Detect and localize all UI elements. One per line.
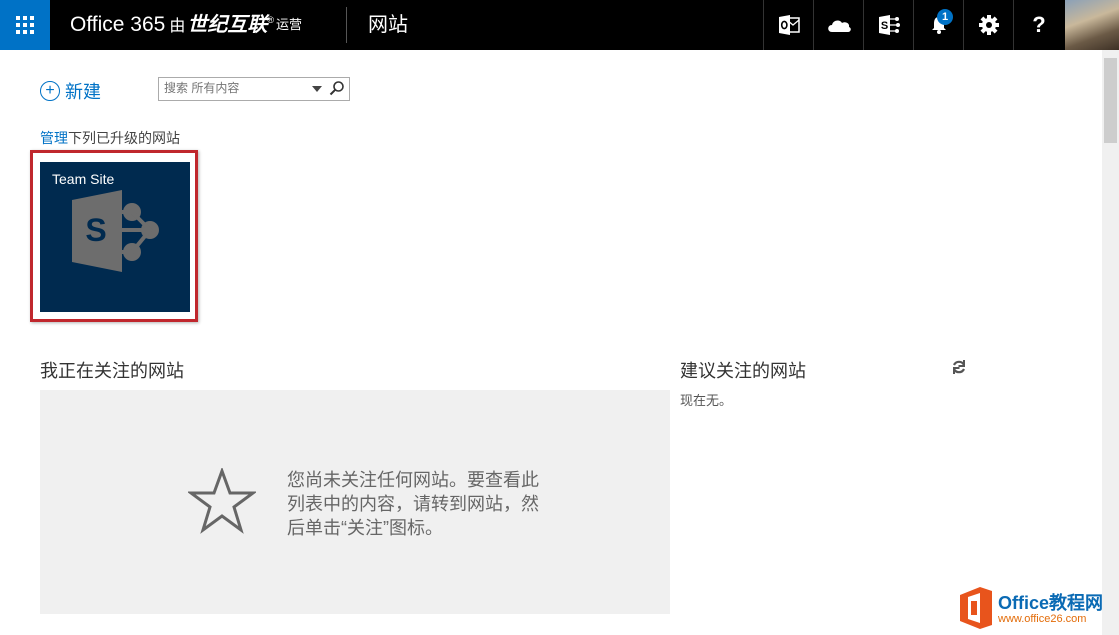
svg-text:S: S (881, 20, 888, 32)
search-input[interactable] (159, 78, 294, 98)
brand-product: Office 365 (70, 13, 166, 36)
star-icon (188, 468, 256, 534)
gear-icon (979, 15, 999, 35)
following-heading: 我正在关注的网站 (40, 361, 184, 381)
team-site-tile[interactable]: Team Site S (40, 162, 190, 312)
suite-bar-divider (346, 7, 347, 43)
suggested-none-text: 现在无。 (680, 393, 733, 408)
brand-reg-mark: ® (267, 15, 274, 25)
sharepoint-button[interactable]: S (863, 0, 914, 50)
onedrive-button[interactable] (813, 0, 864, 50)
suggested-heading: 建议关注的网站 (680, 361, 806, 381)
search-box (158, 77, 350, 101)
following-empty-panel: 您尚未关注任何网站。要查看此列表中的内容，请转到网站，然后单击“关注”图标。 (40, 390, 670, 614)
sharepoint-icon: S (879, 15, 900, 35)
refresh-icon[interactable] (951, 359, 967, 375)
plus-circle-icon: + (40, 81, 60, 101)
search-scope-dropdown-icon[interactable] (312, 86, 322, 92)
app-launcher-button[interactable] (0, 0, 50, 50)
brand-logo[interactable]: Office 365 由世纪互联® 运营 (70, 0, 302, 50)
watermark-url: www.office26.com (998, 613, 1087, 625)
outlook-button[interactable] (763, 0, 814, 50)
following-empty-message: 您尚未关注任何网站。要查看此列表中的内容，请转到网站，然后单击“关注”图标。 (287, 470, 539, 538)
help-button[interactable]: ? (1013, 0, 1064, 50)
brand-operator: 世纪互联 (187, 14, 268, 36)
watermark-title: Office教程网 (998, 593, 1104, 613)
outlook-icon (779, 15, 800, 35)
tile-logo-letter: S (85, 212, 106, 248)
notification-badge: 1 (937, 9, 953, 25)
manage-upgraded-sites: 管理下列已升级的网站 (40, 128, 180, 148)
avatar[interactable] (1065, 0, 1119, 50)
scrollbar-thumb[interactable] (1104, 58, 1117, 143)
onedrive-icon (828, 20, 851, 32)
manage-link[interactable]: 管理 (40, 130, 68, 146)
new-site-label: 新建 (65, 82, 101, 102)
search-icon[interactable] (329, 80, 345, 96)
waffle-icon (16, 16, 34, 34)
brand-operated: 运营 (276, 17, 303, 32)
watermark: Office教程网 www.office26.com (952, 585, 1117, 633)
notifications-button[interactable]: 1 (913, 0, 964, 50)
app-title[interactable]: 网站 (368, 0, 408, 50)
help-icon: ? (1032, 12, 1046, 37)
new-site-button[interactable]: + 新建 (40, 78, 101, 104)
sharepoint-logo-icon: S (72, 190, 159, 272)
suite-bar: Office 365 由世纪互联® 运营 网站 S 1 ? (0, 0, 1119, 50)
manage-text: 下列已升级的网站 (68, 130, 180, 146)
settings-button[interactable] (963, 0, 1014, 50)
brand-by: 由 (169, 18, 186, 35)
tile-title: Team Site (52, 171, 115, 187)
office-logo-icon (960, 587, 992, 629)
